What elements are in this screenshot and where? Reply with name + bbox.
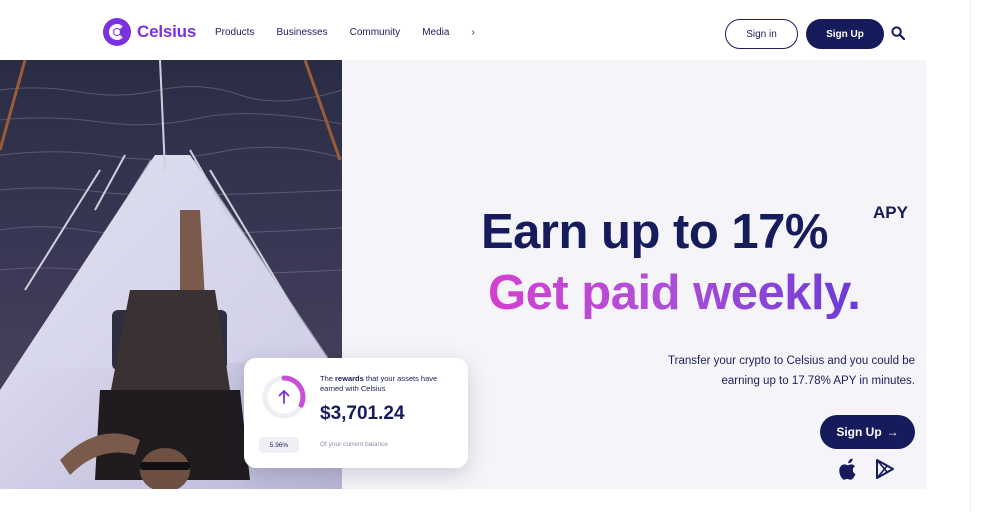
arrow-right-icon: → [886, 425, 899, 439]
sign-in-button[interactable]: Sign in [725, 19, 798, 49]
rewards-percent-badge: 5.96% [259, 437, 299, 453]
arrow-up-icon [278, 390, 290, 404]
rewards-amount: $3,701.24 [320, 403, 405, 424]
nav-item-community[interactable]: Community [350, 27, 401, 38]
rewards-description: The rewards that your assets have earned… [320, 374, 458, 394]
logo-text: Celsius [137, 22, 197, 41]
rewards-desc-pre: The [320, 374, 336, 383]
celsius-logo-icon [103, 18, 131, 46]
nav-item-media[interactable]: Media [422, 27, 449, 38]
nav-item-businesses[interactable]: Businesses [276, 27, 327, 38]
hero-sign-up-label: Sign Up [836, 425, 882, 439]
google-play-icon[interactable] [875, 459, 895, 479]
hero-subtext: Transfer your crypto to Celsius and you … [668, 355, 915, 387]
rewards-card: The rewards that your assets have earned… [244, 358, 468, 468]
hero-headline-earn: Earn up to 17% [481, 205, 828, 259]
search-icon[interactable] [891, 26, 905, 40]
rewards-balance-note: Of your current balance [320, 441, 388, 448]
site-header: Celsius Products Businesses Community Me… [0, 0, 1001, 60]
apple-icon[interactable] [839, 458, 859, 480]
nav-more-chevron-icon[interactable]: › [471, 27, 474, 38]
rewards-desc-bold: rewards [335, 374, 364, 383]
page-edge-divider [970, 0, 971, 512]
sign-up-button[interactable]: Sign Up [806, 19, 884, 49]
hero-apy-superscript: APY [873, 203, 908, 222]
rewards-progress-ring [262, 375, 306, 419]
hero-sign-up-button[interactable]: Sign Up → [820, 415, 915, 449]
hero-headline-weekly: Get paid weekly. [488, 266, 861, 320]
celsius-logo[interactable]: Celsius [103, 18, 196, 46]
nav-item-products[interactable]: Products [215, 27, 254, 38]
main-nav: Products Businesses Community Media › [215, 27, 475, 38]
